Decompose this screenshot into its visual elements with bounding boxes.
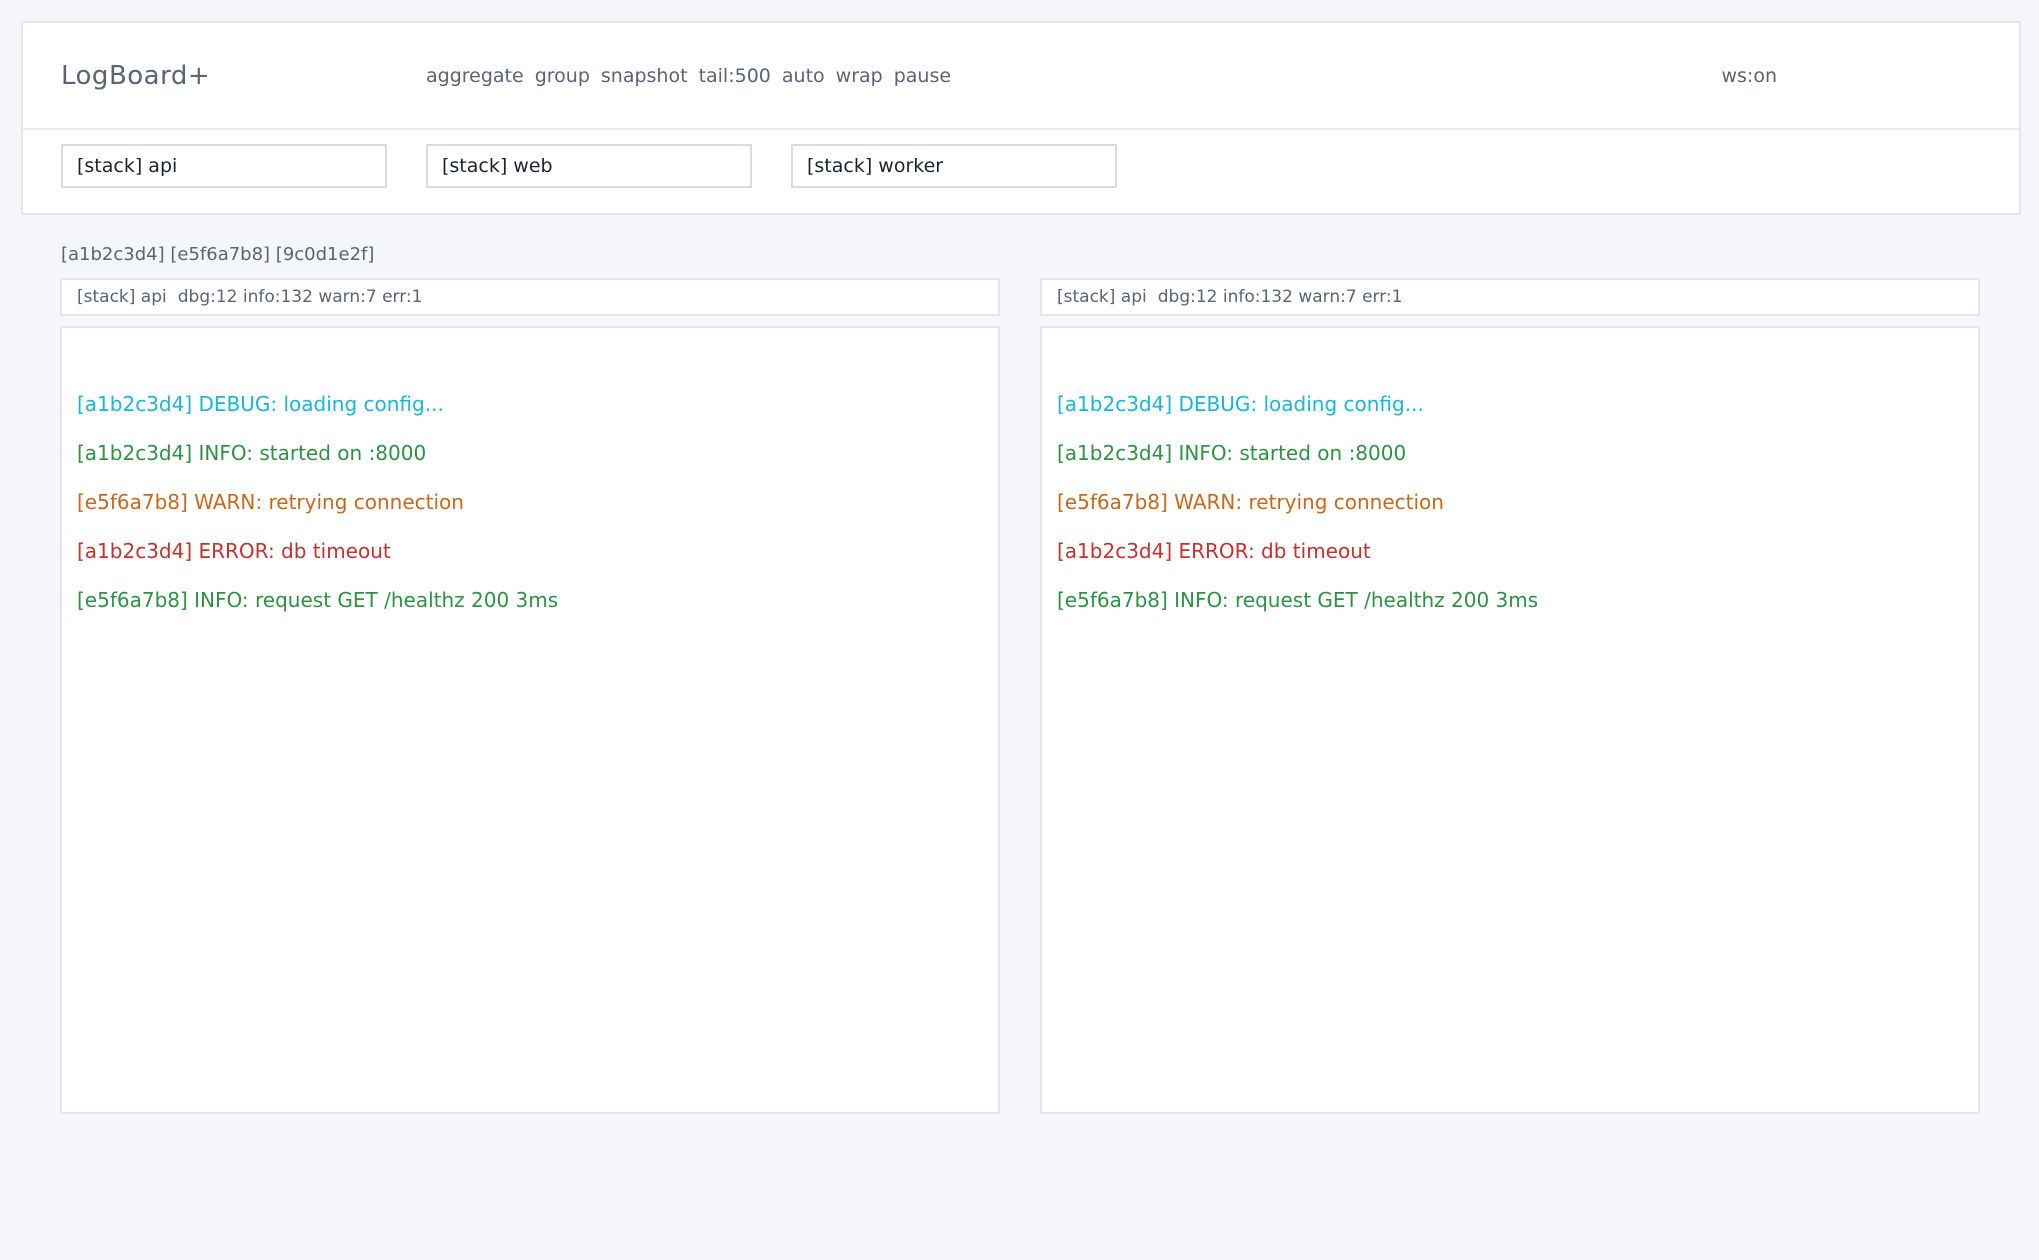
title-bar: LogBoard+ aggregate group snapshot tail:… [23, 23, 2019, 130]
log-line: [a1b2c3d4] DEBUG: loading config... [77, 380, 983, 429]
toolbar-item-group[interactable]: group [535, 65, 590, 87]
toolbar: aggregate group snapshot tail:500 auto w… [426, 65, 951, 87]
log-line: [e5f6a7b8] INFO: request GET /healthz 20… [1057, 576, 1963, 625]
ws-status-toggle[interactable]: ws:on [1721, 65, 1777, 87]
panel-header: [stack] api dbg:12 info:132 warn:7 err:1 [1040, 278, 1980, 316]
log-view[interactable]: [a1b2c3d4] DEBUG: loading config... [a1b… [1040, 326, 1980, 1114]
filter-row [23, 130, 2019, 213]
filter-input-api[interactable] [61, 144, 387, 188]
panel-source-label: [stack] api [1057, 287, 1147, 307]
toolbar-item-pause[interactable]: pause [894, 65, 951, 87]
filter-input-worker[interactable] [791, 144, 1117, 188]
log-line: [a1b2c3d4] DEBUG: loading config... [1057, 380, 1963, 429]
log-line: [e5f6a7b8] WARN: retrying connection [77, 478, 983, 527]
app-title: LogBoard+ [61, 61, 426, 91]
log-line: [a1b2c3d4] ERROR: db timeout [77, 527, 983, 576]
trace-ids: [a1b2c3d4] [e5f6a7b8] [9c0d1e2f] [61, 244, 1980, 265]
log-line: [a1b2c3d4] ERROR: db timeout [1057, 527, 1963, 576]
panel-grid: [stack] api dbg:12 info:132 warn:7 err:1… [60, 278, 1980, 1114]
header-card: LogBoard+ aggregate group snapshot tail:… [21, 21, 2021, 215]
log-view[interactable]: [a1b2c3d4] DEBUG: loading config... [a1b… [60, 326, 1000, 1114]
log-panel-left: [stack] api dbg:12 info:132 warn:7 err:1… [60, 278, 1000, 1114]
toolbar-item-wrap[interactable]: wrap [836, 65, 883, 87]
panel-source-label: [stack] api [77, 287, 167, 307]
log-line: [e5f6a7b8] INFO: request GET /healthz 20… [77, 576, 983, 625]
toolbar-item-snapshot[interactable]: snapshot [601, 65, 688, 87]
toolbar-item-aggregate[interactable]: aggregate [426, 65, 524, 87]
toolbar-item-auto[interactable]: auto [782, 65, 825, 87]
log-panel-right: [stack] api dbg:12 info:132 warn:7 err:1… [1040, 278, 1980, 1114]
toolbar-item-tail[interactable]: tail:500 [699, 65, 771, 87]
filter-input-web[interactable] [426, 144, 752, 188]
panel-header: [stack] api dbg:12 info:132 warn:7 err:1 [60, 278, 1000, 316]
log-line: [a1b2c3d4] INFO: started on :8000 [1057, 429, 1963, 478]
panel-level-counts: dbg:12 info:132 warn:7 err:1 [178, 287, 423, 307]
log-line: [a1b2c3d4] INFO: started on :8000 [77, 429, 983, 478]
main-section: [a1b2c3d4] [e5f6a7b8] [9c0d1e2f] [stack]… [60, 244, 1980, 1114]
log-line: [e5f6a7b8] WARN: retrying connection [1057, 478, 1963, 527]
panel-level-counts: dbg:12 info:132 warn:7 err:1 [1158, 287, 1403, 307]
